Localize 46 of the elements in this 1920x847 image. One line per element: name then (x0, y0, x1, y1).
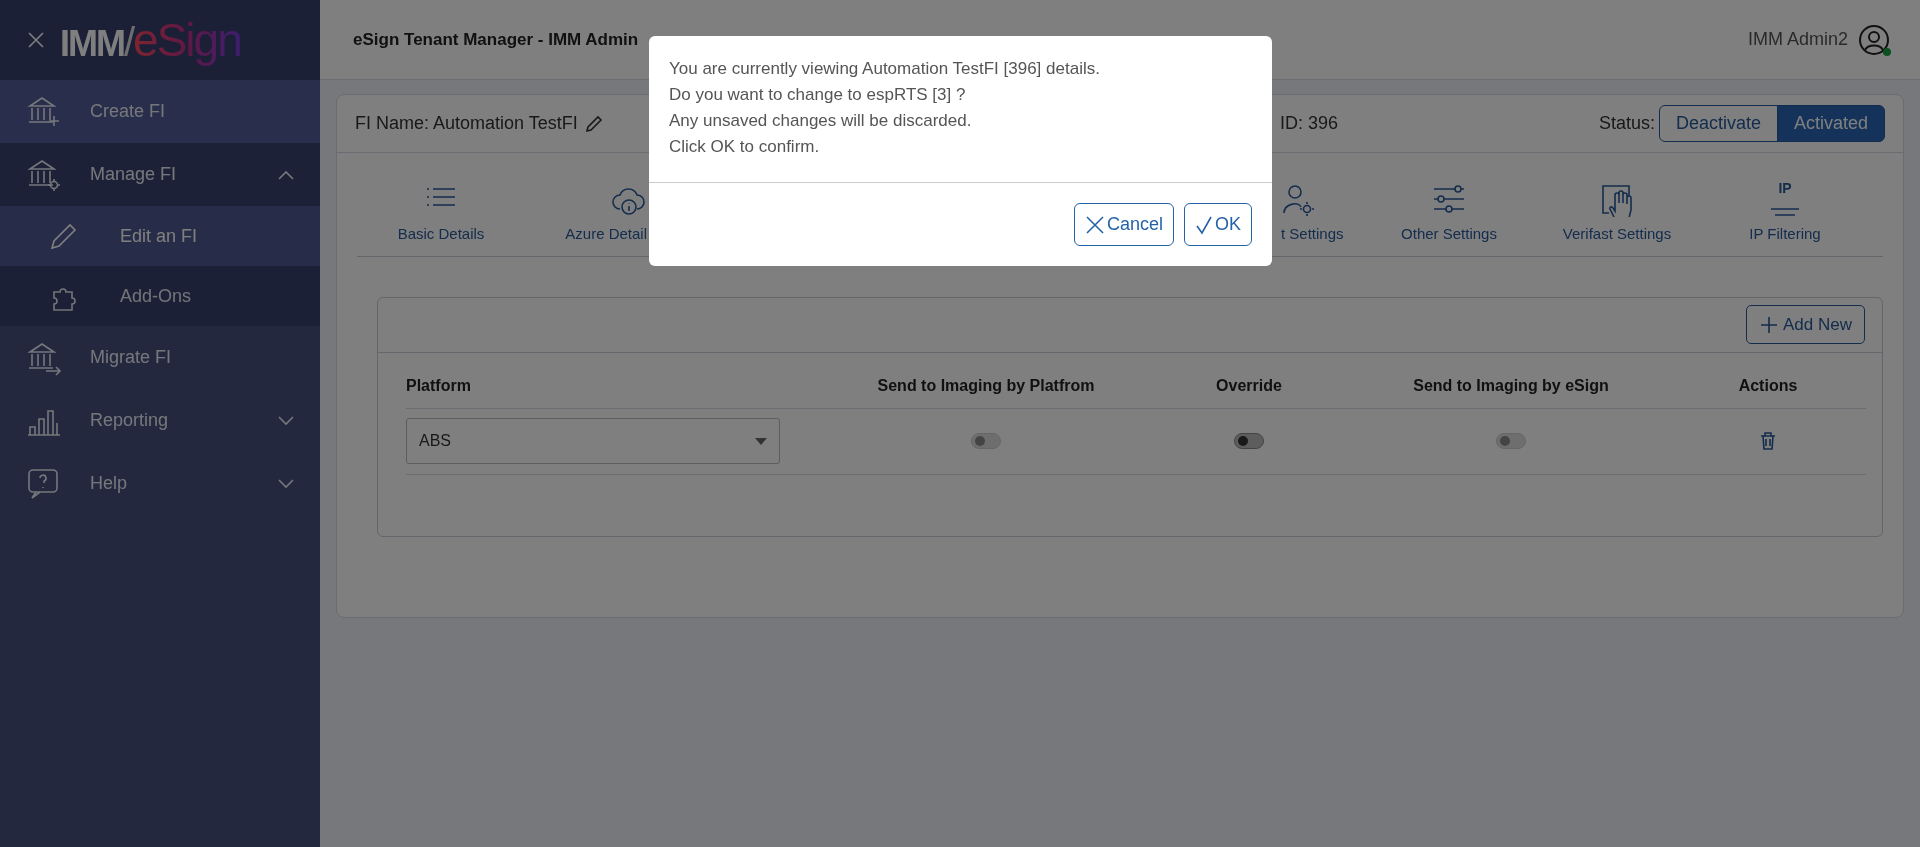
sidebar-item[interactable]: Migrate FI (0, 326, 320, 389)
settings-tab[interactable]: Azure Detail (525, 183, 693, 246)
fi-name: FI Name: Automation TestFI (355, 112, 578, 135)
column-header: Send to Imaging by eSign (1412, 375, 1610, 396)
column-header: Send to Imaging by Platfrom (876, 375, 1096, 396)
settings-tab[interactable]: Basic Details (357, 183, 525, 246)
user-name: IMM Admin2 (1747, 28, 1848, 51)
caret-down-icon (755, 437, 767, 445)
add-new-button[interactable]: Add New (1746, 304, 1865, 345)
ok-button[interactable]: OK (1184, 203, 1252, 246)
dialog-message: You are currently viewing Automation TestFI [396] details. (669, 58, 1101, 80)
chevron-down-icon (278, 415, 294, 426)
close-icon (1084, 214, 1105, 235)
status-button[interactable]: Deactivate (1658, 105, 1778, 142)
dialog-message: Click OK to confirm. (669, 136, 821, 158)
status-label: Status: (1598, 112, 1655, 135)
chevron-down-icon (278, 478, 294, 489)
trash-icon[interactable] (1760, 432, 1776, 450)
platform-select[interactable]: ABS (406, 418, 780, 464)
pencil-icon[interactable] (583, 113, 604, 134)
sidebar-item[interactable]: Help (0, 452, 320, 515)
settings-tab[interactable]: IP IP Filtering (1701, 183, 1869, 246)
page-title: eSign Tenant Manager - IMM Admin (353, 28, 639, 51)
hand-touch-icon (1599, 183, 1635, 217)
close-icon (26, 30, 46, 50)
column-header: Actions (1737, 375, 1799, 396)
fi-id: ID: 396 (1280, 112, 1339, 135)
toggle-switch[interactable] (1234, 433, 1264, 449)
settings-tab[interactable]: Other Settings (1365, 183, 1533, 246)
check-icon (1195, 214, 1213, 235)
sidebar-item[interactable]: Create FI (0, 80, 320, 143)
status-button[interactable]: Activated (1776, 105, 1885, 142)
column-header: Override (1215, 375, 1283, 396)
dialog-message: Any unsaved changes will be discarded. (669, 110, 973, 132)
sidebar-subitem[interactable]: Add-Ons (0, 266, 320, 326)
sidebar-item[interactable]: Manage FI (0, 143, 320, 206)
cancel-button[interactable]: Cancel (1073, 203, 1174, 246)
column-header: Platform (406, 375, 472, 396)
sidebar-item[interactable]: Reporting (0, 389, 320, 452)
user-avatar-icon[interactable] (1858, 23, 1890, 56)
plus-icon (1759, 314, 1779, 335)
chevron-up-icon (278, 169, 294, 180)
settings-tab[interactable]: Verifast Settings (1533, 183, 1701, 246)
dialog-message: Do you want to change to espRTS [3] ? (669, 84, 967, 106)
user-gear-icon (1281, 183, 1317, 217)
sidebar-subitem[interactable]: Edit an FI (0, 206, 320, 266)
